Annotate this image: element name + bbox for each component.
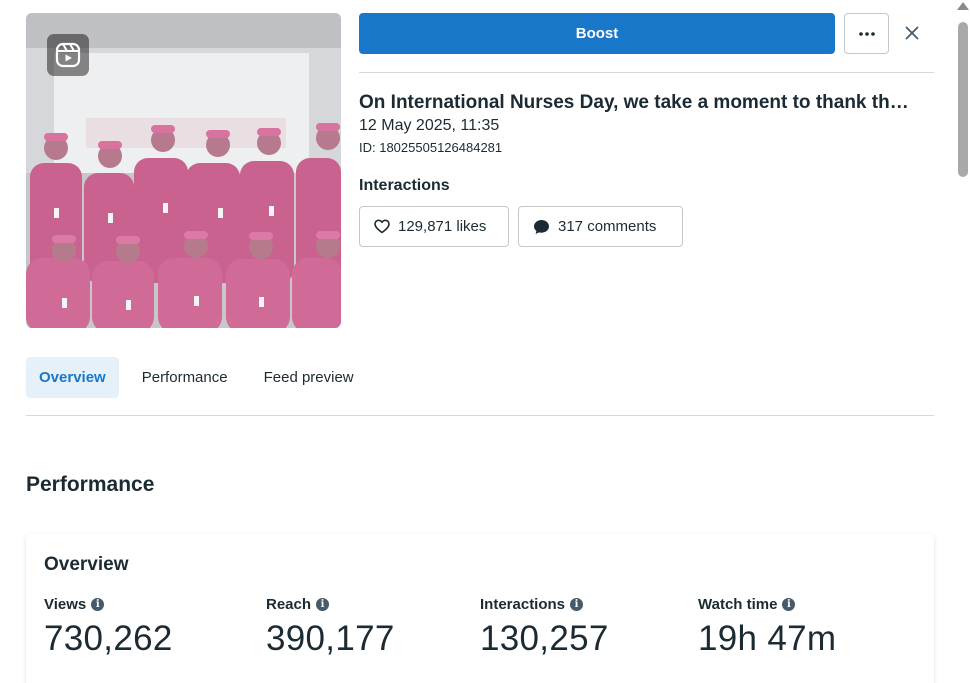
metric-value: 390,177 (266, 619, 395, 658)
metric-value: 19h 47m (698, 619, 837, 658)
metric-views: Views i 730,262 (44, 596, 173, 659)
divider (359, 72, 934, 73)
info-icon[interactable]: i (91, 598, 105, 611)
comments-count: 317 comments (558, 218, 657, 235)
tab-performance[interactable]: Performance (129, 357, 241, 398)
info-icon[interactable]: i (782, 598, 796, 611)
comment-icon (534, 219, 549, 234)
close-icon (905, 26, 919, 40)
scrollbar-thumb[interactable] (958, 22, 968, 177)
metric-label: Watch time (698, 596, 778, 613)
likes-button[interactable]: 129,871 likes (359, 206, 509, 247)
metric-label: Interactions (480, 596, 566, 613)
scrollbar[interactable] (956, 0, 970, 683)
divider (26, 415, 934, 416)
card-title: Overview (44, 554, 129, 575)
reel-icon (47, 34, 89, 76)
boost-button[interactable]: Boost (359, 13, 835, 54)
metric-watch-time: Watch time i 19h 47m (698, 596, 836, 659)
metric-reach: Reach i 390,177 (266, 596, 395, 659)
post-id: ID: 18025505126484281 (359, 140, 503, 155)
tab-overview[interactable]: Overview (26, 357, 119, 398)
post-title: On International Nurses Day, we take a m… (359, 92, 909, 113)
overview-card: Overview Views i 730,262 Reach i 390,177… (26, 534, 934, 683)
post-thumbnail[interactable] (26, 13, 341, 328)
metric-label: Views (44, 596, 87, 613)
interactions-heading: Interactions (359, 177, 450, 194)
metric-value: 730,262 (44, 619, 173, 658)
tab-bar: Overview Performance Feed preview (26, 357, 367, 398)
metric-interactions: Interactions i 130,257 (480, 596, 609, 659)
info-icon[interactable]: i (316, 598, 330, 611)
tab-feed-preview[interactable]: Feed preview (251, 357, 367, 398)
ellipsis-icon (858, 31, 875, 36)
comments-button[interactable]: 317 comments (518, 206, 683, 247)
heart-icon (374, 219, 390, 234)
post-date: 12 May 2025, 11:35 (359, 117, 500, 134)
metric-label: Reach (266, 596, 312, 613)
likes-count: 129,871 likes (398, 218, 487, 235)
close-button[interactable] (898, 18, 926, 48)
metric-value: 130,257 (480, 619, 609, 658)
scroll-up-arrow-icon[interactable] (957, 2, 969, 10)
section-title: Performance (26, 473, 155, 496)
more-options-button[interactable] (844, 13, 889, 54)
info-icon[interactable]: i (570, 598, 584, 611)
